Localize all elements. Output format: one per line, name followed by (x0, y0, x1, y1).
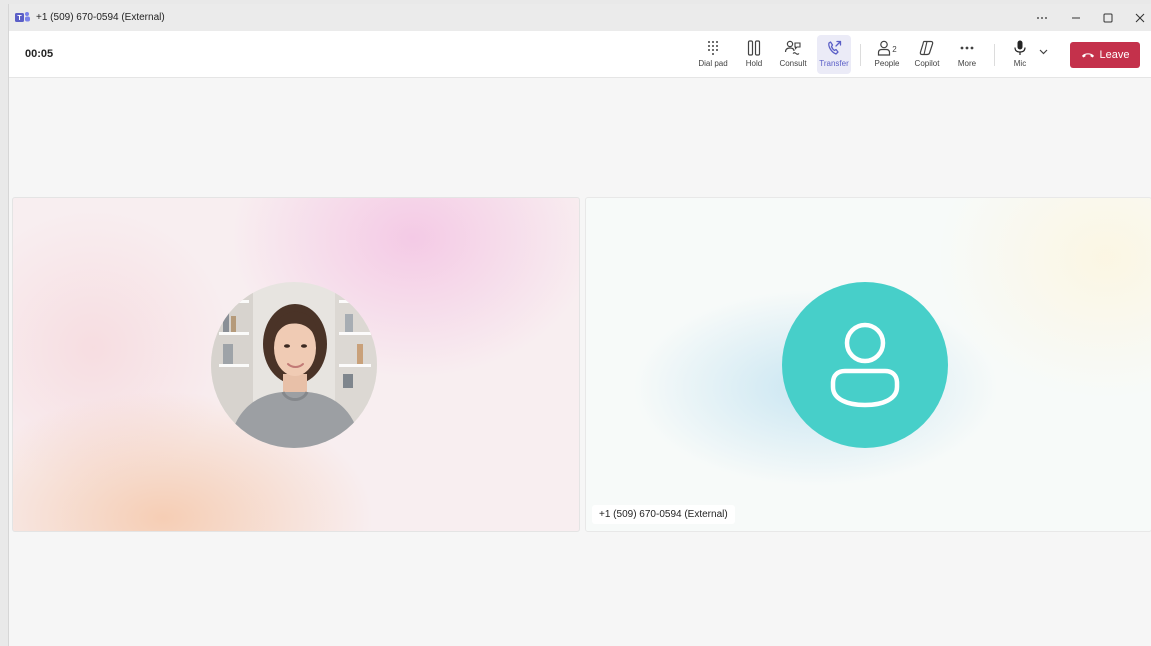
transfer-button[interactable]: Transfer (817, 35, 851, 74)
people-count: 2 (892, 44, 897, 54)
chevron-down-icon (1039, 49, 1047, 55)
minimize-icon (1072, 17, 1080, 18)
generic-person-icon (830, 322, 900, 408)
copilot-button[interactable]: Copilot (909, 35, 945, 74)
people-button[interactable]: 2 People (870, 35, 904, 74)
leave-button[interactable]: Leave (1070, 42, 1140, 68)
mic-label: Mic (1013, 59, 1027, 68)
toolbar-divider (994, 44, 995, 66)
maximize-button[interactable] (1092, 4, 1124, 31)
people-label: People (874, 59, 900, 68)
leave-label: Leave (1099, 49, 1130, 61)
teams-call-window: T +1 (509) 670-0594 (External) 00:05 Dia… (8, 4, 1151, 646)
maximize-icon (1103, 13, 1113, 22)
close-icon (1135, 13, 1145, 22)
dialpad-label: Dial pad (698, 59, 728, 68)
participant-avatar (782, 282, 948, 448)
mic-button[interactable]: Mic (1005, 35, 1035, 74)
participant-name-label: +1 (509) 670-0594 (External) (592, 505, 735, 524)
participant-tile-external: +1 (509) 670-0594 (External) (585, 197, 1151, 532)
svg-text:T: T (17, 15, 22, 22)
more-button[interactable]: More (951, 35, 983, 74)
consult-button[interactable]: Consult (775, 35, 811, 74)
more-label: More (957, 59, 977, 68)
transfer-icon (828, 40, 842, 55)
person-icon (878, 40, 891, 56)
participant-tile-self (12, 197, 580, 532)
dialpad-icon (708, 41, 718, 55)
minimize-button[interactable] (1060, 4, 1092, 31)
mic-options-dropdown[interactable] (1035, 35, 1051, 74)
transfer-label: Transfer (819, 59, 849, 68)
toolbar-divider (860, 44, 861, 66)
participant-photo (211, 282, 377, 448)
dialpad-button[interactable]: Dial pad (693, 35, 733, 74)
copilot-icon (919, 40, 934, 56)
hold-button[interactable]: Hold (738, 35, 770, 74)
consult-icon (784, 40, 801, 55)
copilot-label: Copilot (914, 59, 940, 68)
more-icon (960, 46, 974, 50)
title-bar: T +1 (509) 670-0594 (External) (9, 4, 1151, 31)
window-more-button[interactable] (1026, 4, 1058, 31)
window-title: +1 (509) 670-0594 (External) (36, 12, 165, 23)
pause-icon (747, 40, 761, 56)
hold-label: Hold (745, 59, 763, 68)
consult-label: Consult (779, 59, 807, 68)
call-toolbar: 00:05 Dial pad Hold Consult Transfer 2 P… (9, 31, 1151, 78)
close-button[interactable] (1124, 4, 1151, 31)
call-timer: 00:05 (25, 48, 54, 60)
mic-icon (1014, 40, 1026, 55)
teams-logo-icon: T (15, 12, 30, 22)
more-icon (1037, 16, 1047, 19)
hang-up-icon (1081, 53, 1094, 58)
